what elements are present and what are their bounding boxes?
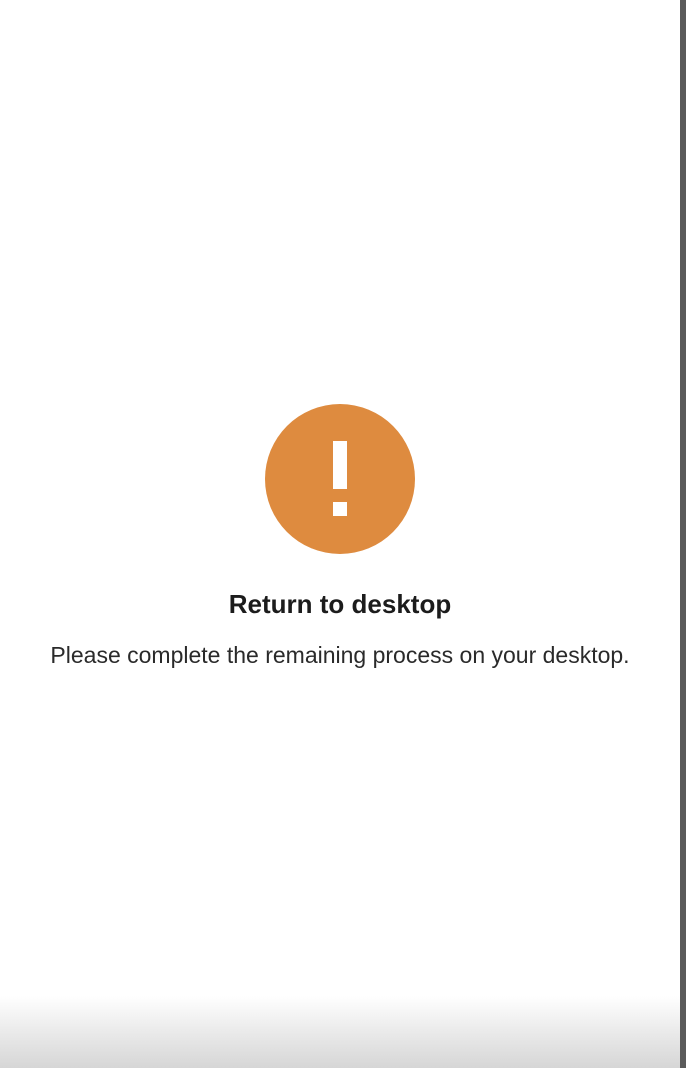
alert-panel: Return to desktop Please complete the re…	[0, 404, 680, 674]
exclamation-icon	[265, 404, 415, 554]
exclamation-bar	[333, 441, 347, 489]
window-edge	[680, 0, 686, 1068]
alert-title: Return to desktop	[228, 589, 452, 619]
alert-message: Please complete the remaining process on…	[50, 642, 630, 668]
bottom-fade	[0, 996, 680, 1068]
exclamation-dot	[333, 502, 347, 516]
return-to-desktop-screen: Return to desktop Please complete the re…	[0, 0, 680, 1068]
